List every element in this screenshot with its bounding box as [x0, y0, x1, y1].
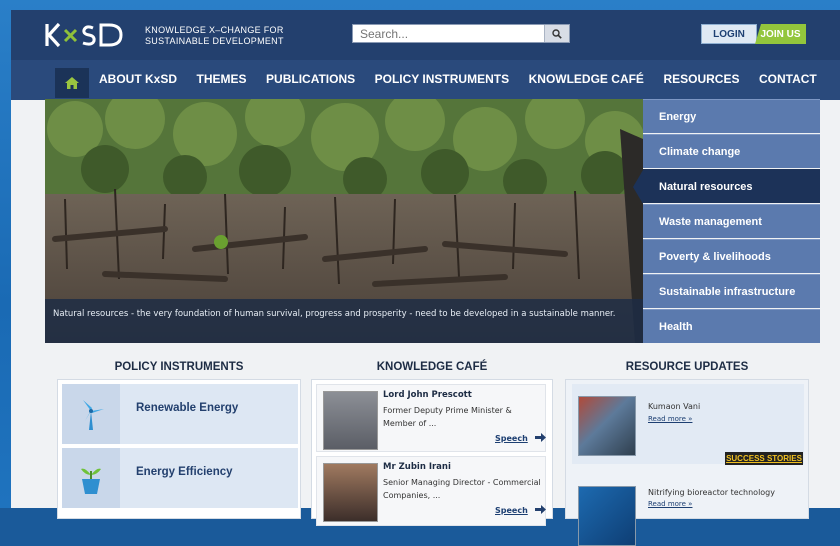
speaker-description: Former Deputy Prime Minister & Member of…: [383, 406, 512, 428]
active-pointer-icon: [633, 170, 643, 204]
knowledge-cafe-title: KNOWLEDGE CAFÉ: [376, 361, 488, 373]
policy-instruments-panel: Renewable Energy Energy Efficiency: [57, 379, 301, 519]
theme-sustainable-infrastructure[interactable]: Sustainable infrastructure: [643, 274, 820, 308]
nav-item-contact[interactable]: CONTACT: [759, 72, 817, 86]
wind-turbine-icon: [62, 384, 120, 444]
search-icon: [552, 28, 562, 39]
speaker-name: Mr Zubin Irani: [383, 462, 451, 472]
speaker-photo-avatar: [323, 391, 378, 450]
theme-energy[interactable]: Energy: [643, 99, 820, 133]
search-box: [352, 24, 570, 43]
theme-health[interactable]: Health: [643, 309, 820, 343]
join-us-button[interactable]: JOIN US: [755, 24, 806, 44]
knowledge-cafe-panel: Lord John Prescott Former Deputy Prime M…: [311, 379, 553, 526]
site-header: KNOWLEDGE X–CHANGE FOR SUSTAINABLE DEVEL…: [11, 10, 840, 60]
renewable-energy-label: Renewable Energy: [136, 402, 239, 414]
knowledge-cafe-item[interactable]: Mr Zubin Irani Senior Managing Director …: [316, 456, 546, 526]
speech-link[interactable]: Speech: [495, 506, 528, 515]
hero-banner[interactable]: Natural resources - the very foundation …: [45, 99, 643, 343]
policy-instruments-title: POLICY INSTRUMENTS: [114, 361, 244, 373]
home-icon: [65, 77, 79, 89]
speaker-description: Senior Managing Director - Commercial Co…: [383, 478, 541, 500]
search-input[interactable]: [353, 25, 543, 42]
theme-waste-management[interactable]: Waste management: [643, 204, 820, 238]
policy-item-energy-efficiency[interactable]: Energy Efficiency: [62, 448, 298, 508]
arrow-right-icon[interactable]: [535, 505, 546, 514]
knowledge-cafe-item[interactable]: Lord John Prescott Former Deputy Prime M…: [316, 384, 546, 452]
resource-updates-title: RESOURCE UPDATES: [625, 361, 749, 373]
search-button[interactable]: [544, 25, 569, 42]
tagline-line-2: SUSTAINABLE DEVELOPMENT: [145, 36, 284, 46]
theme-natural-resources-label: Natural resources: [659, 180, 753, 193]
themes-menu: Energy Climate change Natural resources …: [633, 99, 820, 343]
theme-poverty-livelihoods[interactable]: Poverty & livelihoods: [643, 239, 820, 273]
nav-item-themes[interactable]: THEMES: [197, 72, 247, 86]
page: KNOWLEDGE X–CHANGE FOR SUSTAINABLE DEVEL…: [11, 10, 840, 546]
resource-title: Nitrifying bioreactor technology: [648, 488, 775, 497]
resource-item[interactable]: Nitrifying bioreactor technology Read mo…: [572, 476, 804, 546]
kxsd-logo[interactable]: [43, 21, 131, 49]
energy-efficiency-label: Energy Efficiency: [136, 466, 233, 478]
nav-items: ABOUT KxSD THEMES PUBLICATIONS POLICY IN…: [99, 72, 836, 86]
success-stories-badge[interactable]: SUCCESS STORIES: [725, 452, 803, 465]
hero-caption: Natural resources - the very foundation …: [53, 309, 616, 319]
nav-item-knowledge-cafe[interactable]: KNOWLEDGE CAFÉ: [529, 72, 644, 86]
resource-thumbnail: [578, 486, 636, 546]
speaker-name: Lord John Prescott: [383, 390, 472, 400]
site-tagline: KNOWLEDGE X–CHANGE FOR SUSTAINABLE DEVEL…: [145, 25, 284, 47]
theme-climate-change[interactable]: Climate change: [643, 134, 820, 168]
home-button[interactable]: [55, 68, 89, 98]
policy-item-renewable-energy[interactable]: Renewable Energy: [62, 384, 298, 444]
resource-thumbnail: [578, 396, 636, 456]
main-nav: ABOUT KxSD THEMES PUBLICATIONS POLICY IN…: [11, 60, 840, 100]
tagline-line-1: KNOWLEDGE X–CHANGE FOR: [145, 25, 284, 35]
speaker-photo-avatar: [323, 463, 378, 522]
login-button[interactable]: LOGIN: [701, 24, 757, 44]
hero-caption-bar: Natural resources - the very foundation …: [45, 299, 643, 343]
read-more-link[interactable]: Read more »: [648, 500, 692, 508]
nav-item-resources[interactable]: RESOURCES: [663, 72, 739, 86]
resource-updates-panel: Kumaon Vani Read more » Nitrifying biore…: [565, 379, 809, 546]
nav-item-policy-instruments[interactable]: POLICY INSTRUMENTS: [375, 72, 509, 86]
speech-link[interactable]: Speech: [495, 434, 528, 443]
resource-title: Kumaon Vani: [648, 402, 701, 411]
nav-item-about[interactable]: ABOUT KxSD: [99, 72, 177, 86]
plant-pot-icon: [62, 448, 120, 508]
theme-natural-resources[interactable]: Natural resources: [633, 169, 820, 204]
read-more-link[interactable]: Read more »: [648, 415, 692, 423]
nav-item-publications[interactable]: PUBLICATIONS: [266, 72, 355, 86]
arrow-right-icon[interactable]: [535, 433, 546, 442]
